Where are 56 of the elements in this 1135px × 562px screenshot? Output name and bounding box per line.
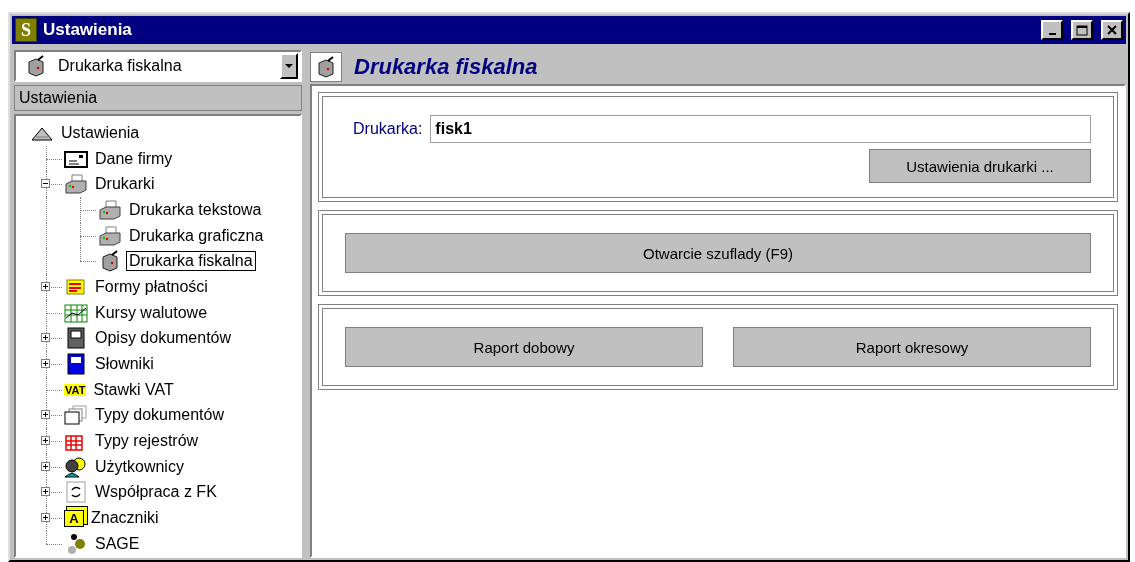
dropdown-value: Drukarka fiskalna bbox=[58, 57, 183, 75]
close-icon bbox=[1107, 25, 1117, 35]
dropdown-arrow-button[interactable] bbox=[280, 53, 298, 79]
tree-item[interactable]: Ustawienia bbox=[58, 122, 143, 143]
expand-toggle[interactable] bbox=[41, 359, 50, 369]
tree-item[interactable]: Typy rejestrów bbox=[92, 431, 202, 452]
printer-icon bbox=[98, 198, 122, 221]
sync-icon bbox=[64, 481, 88, 504]
settings-dropdown[interactable]: Drukarka fiskalna bbox=[14, 50, 302, 82]
book-icon bbox=[64, 353, 88, 376]
tree-item[interactable]: Typy dokumentów bbox=[92, 405, 227, 426]
tree-item[interactable]: Współpraca z FK bbox=[92, 482, 220, 503]
expand-toggle[interactable] bbox=[41, 436, 50, 446]
pages-icon bbox=[64, 404, 88, 427]
tree-item[interactable]: Użytkownicy bbox=[92, 456, 187, 477]
expand-toggle[interactable] bbox=[41, 281, 50, 291]
printer-icon bbox=[64, 173, 88, 196]
expand-toggle[interactable] bbox=[41, 487, 50, 497]
tree-item[interactable]: SAGE bbox=[92, 533, 143, 554]
close-button[interactable] bbox=[1101, 20, 1123, 40]
tree-item[interactable]: Drukarki bbox=[92, 174, 158, 195]
tree-item[interactable]: Drukarka fiskalna bbox=[126, 251, 256, 272]
minimize-button[interactable] bbox=[1041, 20, 1063, 40]
field-label: Drukarka: bbox=[353, 120, 423, 138]
collapse-toggle[interactable] bbox=[41, 179, 50, 189]
printer-settings-button[interactable]: Ustawienia drukarki ... bbox=[869, 149, 1091, 183]
tree-header: Ustawienia bbox=[14, 85, 302, 111]
expand-toggle[interactable] bbox=[41, 461, 50, 471]
expand-toggle[interactable] bbox=[41, 333, 50, 343]
tree-item[interactable]: Formy płatności bbox=[92, 276, 211, 297]
tree-item[interactable]: Opisy dokumentów bbox=[92, 328, 235, 349]
maximize-icon bbox=[1076, 24, 1088, 36]
tree-item[interactable]: Kursy walutowe bbox=[92, 302, 211, 323]
expand-toggle[interactable] bbox=[41, 513, 50, 523]
tree-item[interactable]: Stawki VAT bbox=[90, 379, 177, 400]
tree-item[interactable]: Znaczniki bbox=[88, 508, 162, 529]
action-button[interactable]: Raport dobowy bbox=[345, 327, 703, 367]
tree-item[interactable]: Słowniki bbox=[92, 354, 157, 375]
caret-icon bbox=[285, 63, 293, 69]
printer-icon bbox=[98, 224, 122, 247]
maximize-button[interactable] bbox=[1071, 20, 1093, 40]
device-icon bbox=[64, 327, 88, 350]
section-title: Drukarka fiskalna bbox=[354, 54, 538, 80]
tree-item[interactable]: Dane firmy bbox=[92, 148, 176, 169]
expand-toggle[interactable] bbox=[41, 410, 50, 420]
tree-item[interactable]: Drukarka graficzna bbox=[126, 225, 267, 246]
vat-icon: VAT bbox=[64, 383, 87, 396]
minimize-icon bbox=[1048, 33, 1056, 35]
action-button[interactable]: Otwarcie szuflady (F9) bbox=[345, 233, 1091, 273]
action-button[interactable]: Raport okresowy bbox=[733, 327, 1091, 367]
window-title: Ustawienia bbox=[43, 20, 133, 40]
app-icon: S bbox=[15, 18, 37, 42]
chart-grid-icon bbox=[64, 301, 88, 324]
tree-item[interactable]: Drukarka tekstowa bbox=[126, 199, 265, 220]
printer-field[interactable]: fisk1 bbox=[430, 115, 1091, 143]
users-icon bbox=[64, 455, 88, 478]
